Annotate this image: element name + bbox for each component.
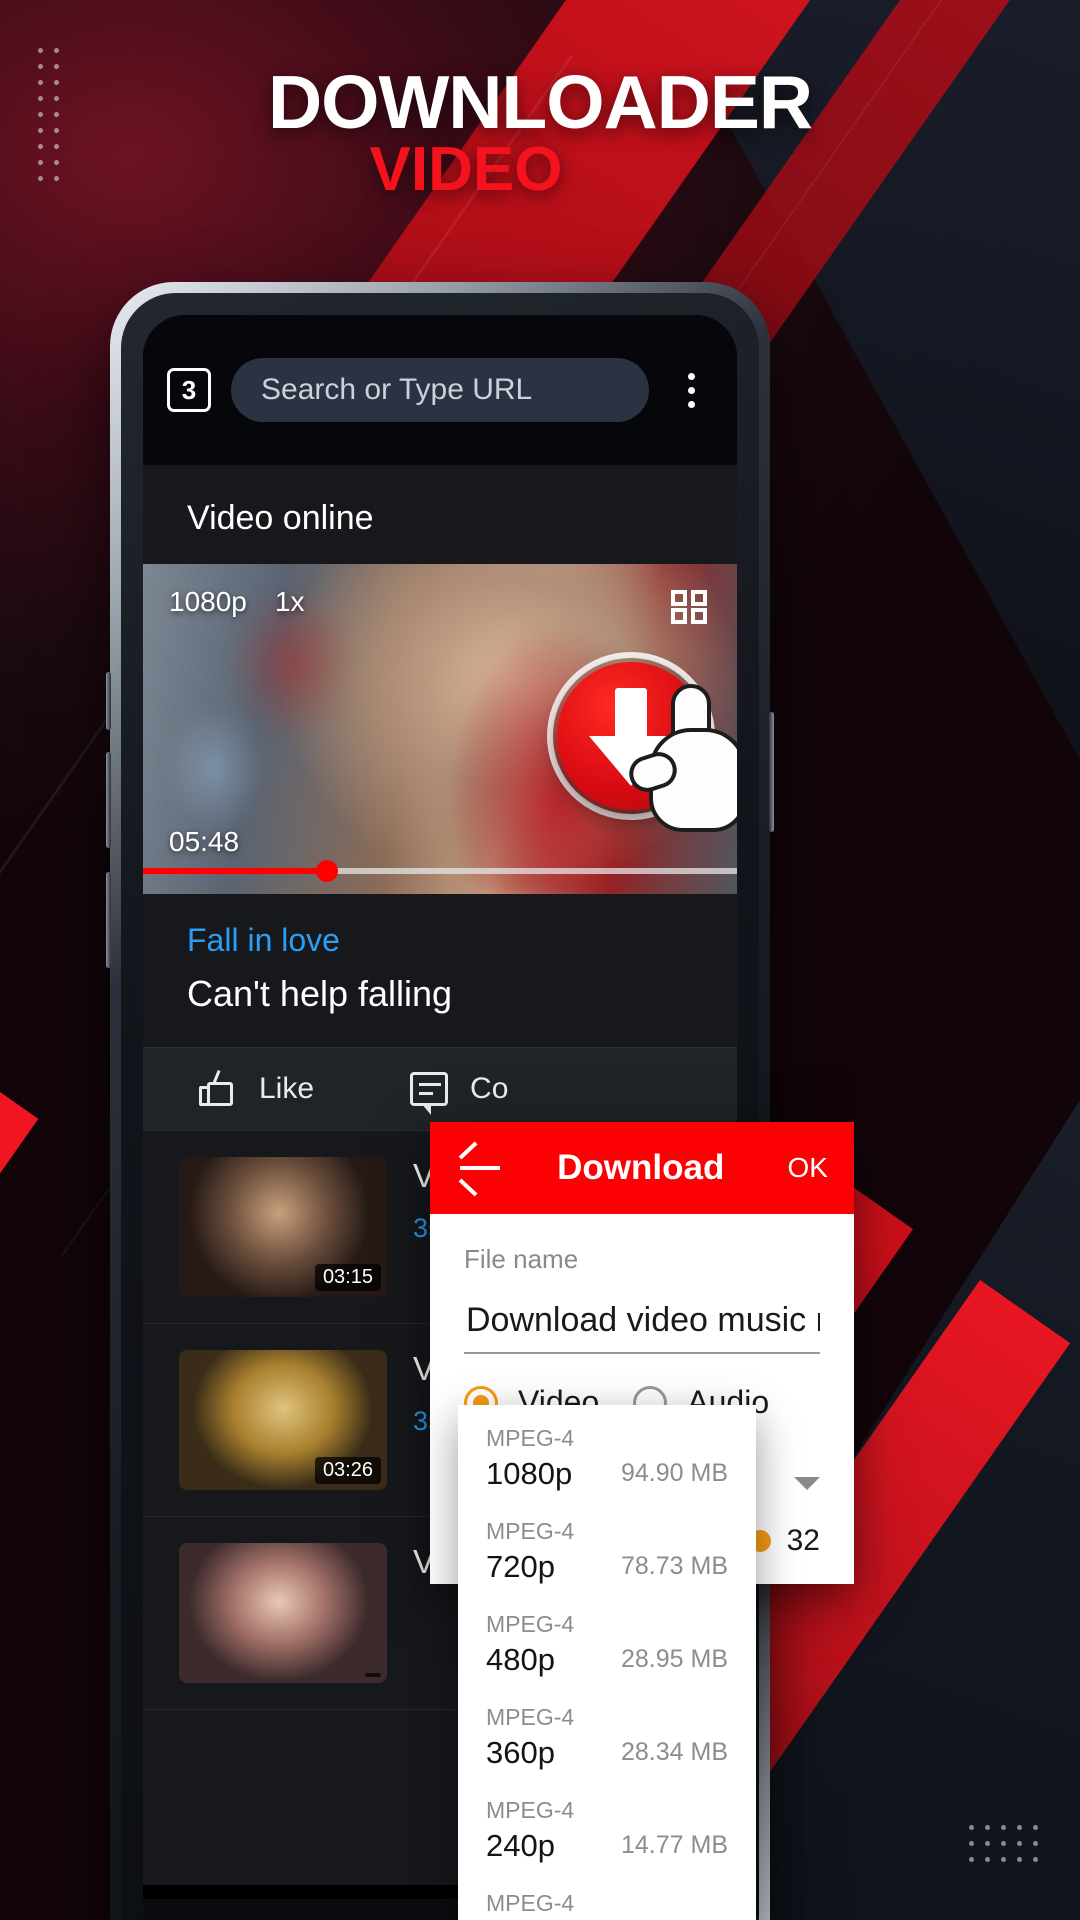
kebab-menu-icon[interactable]: [669, 362, 713, 418]
download-count-value: 32: [786, 1524, 820, 1557]
player-seek-progress: [143, 868, 328, 874]
like-label: Like: [259, 1072, 315, 1105]
quality-resolution: 480p: [486, 1642, 555, 1677]
download-dialog-title: Download: [557, 1148, 725, 1187]
phone-volume-up-button: [106, 752, 111, 848]
tab-count-badge[interactable]: 3: [167, 368, 211, 412]
quality-resolution: 360p: [486, 1735, 555, 1770]
player-quality-badges: 1080p 1x: [169, 586, 304, 618]
comment-button[interactable]: Co: [410, 1072, 509, 1115]
video-meta: Fall in love Can't help falling: [143, 894, 737, 1025]
quality-filesize: 28.95 MB: [620, 1645, 728, 1673]
video-channel[interactable]: Fall in love: [187, 922, 693, 959]
file-name-input[interactable]: Download video music me: [464, 1275, 820, 1354]
quality-option[interactable]: MPEG-4 480p 28.95 MB: [458, 1599, 756, 1692]
quality-option[interactable]: MPEG-4 1080p 94.90 MB: [458, 1413, 756, 1506]
page-title: Video online: [187, 499, 374, 537]
video-thumbnail: 03:26: [179, 1350, 387, 1490]
comment-icon: [410, 1072, 449, 1115]
search-input-placeholder: Search or Type URL: [261, 373, 533, 406]
bottom-overlay-title: Video_Demo.03: [183, 1916, 419, 1920]
video-duration: 03:26: [314, 1457, 381, 1484]
quality-format: MPEG-4: [486, 1890, 575, 1916]
player-seek-handle[interactable]: [316, 860, 339, 882]
promo-title-line1: DOWNLOADER: [267, 60, 813, 144]
player-current-time: 05:48: [169, 826, 240, 857]
back-arrow-icon[interactable]: [456, 1141, 504, 1197]
phone-power-button: [769, 712, 774, 832]
hand-pointer-icon: [624, 684, 737, 836]
quality-filesize: 28.34 MB: [620, 1738, 728, 1766]
player-quality-label[interactable]: 1080p: [169, 586, 247, 618]
promo-heading: DOWNLOADER VIDEO: [0, 60, 1080, 204]
video-duration: 03:15: [314, 1264, 381, 1291]
quality-filesize: 14.77 MB: [620, 1831, 728, 1859]
video-thumbnail: [179, 1543, 387, 1683]
quality-resolution: 1080p: [486, 1456, 573, 1491]
quality-filesize: 94.90 MB: [620, 1459, 728, 1487]
thumbs-up-icon: [199, 1069, 237, 1108]
quality-format: MPEG-4: [486, 1518, 575, 1544]
quality-filesize: 78.73 MB: [620, 1552, 728, 1580]
video-duration: [365, 1673, 381, 1677]
bg-stripe: [0, 1050, 39, 1920]
video-thumbnail: 03:15: [179, 1157, 387, 1297]
quality-option[interactable]: MPEG-4 144p 12.19 MB: [458, 1878, 756, 1920]
browser-toolbar: 3 Search or Type URL: [143, 315, 737, 465]
player-seek-bar[interactable]: [143, 860, 737, 882]
quality-resolution: 240p: [486, 1828, 555, 1863]
chevron-down-icon[interactable]: [794, 1477, 820, 1490]
quality-format: MPEG-4: [486, 1425, 575, 1451]
search-input[interactable]: Search or Type URL: [231, 358, 649, 422]
quality-format: MPEG-4: [486, 1611, 575, 1637]
file-name-label: File name: [464, 1244, 579, 1274]
quality-dropdown-menu: MPEG-4 1080p 94.90 MB MPEG-4 720p 78.73 …: [458, 1405, 756, 1920]
quality-format: MPEG-4: [486, 1797, 575, 1823]
comment-label: Co: [470, 1072, 509, 1105]
fullscreen-icon[interactable]: [671, 590, 707, 624]
phone-volume-down-button: [106, 872, 111, 968]
quality-option[interactable]: MPEG-4 360p 28.34 MB: [458, 1692, 756, 1785]
like-button[interactable]: Like: [199, 1069, 315, 1108]
quality-resolution: 720p: [486, 1549, 555, 1584]
promo-title-line2: VIDEO: [369, 135, 563, 204]
quality-format: MPEG-4: [486, 1704, 575, 1730]
quality-option[interactable]: MPEG-4 240p 14.77 MB: [458, 1785, 756, 1878]
decorative-dot-grid: [969, 1825, 1038, 1862]
quality-option[interactable]: MPEG-4 720p 78.73 MB: [458, 1506, 756, 1599]
download-dialog-header: Download OK: [430, 1122, 854, 1214]
phone-side-button: [106, 672, 111, 730]
video-action-bar: Like Co: [143, 1047, 737, 1131]
ok-button[interactable]: OK: [788, 1152, 828, 1184]
video-player[interactable]: 1080p 1x 05:48: [143, 564, 737, 894]
player-speed-label[interactable]: 1x: [275, 586, 305, 618]
video-title: Can't help falling: [187, 973, 453, 1014]
